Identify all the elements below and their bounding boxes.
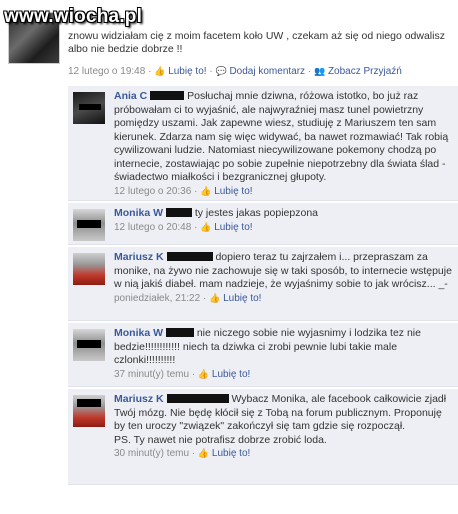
comment-author[interactable]: Mariusz K bbox=[114, 393, 164, 405]
comment-timestamp[interactable]: 12 lutego o 20:36 bbox=[114, 186, 191, 197]
comment-text: ty jestes jakas popiepzona bbox=[194, 207, 319, 219]
comment-author[interactable]: Ania C bbox=[114, 90, 147, 102]
see-friendship-link[interactable]: Zobacz Przyjaźń bbox=[328, 66, 402, 77]
comment-author[interactable]: Monika W bbox=[114, 327, 163, 339]
comment-timestamp[interactable]: 37 minut(y) temu bbox=[114, 369, 189, 380]
comment-text: Wybacz Monika, ale facebook całkowicie z… bbox=[114, 393, 447, 446]
comment-body: Ania C Posłuchaj mnie dziwna, różowa ist… bbox=[114, 90, 454, 198]
comment-body: Monika W nie niczego sobie nie wyjasnimy… bbox=[114, 327, 454, 381]
thumbs-up-icon: 👍 bbox=[200, 185, 212, 196]
post-text: znowu widziałam cię z moim facetem koło … bbox=[68, 30, 445, 55]
comment-author[interactable]: Mariusz K bbox=[114, 251, 164, 263]
comment-meta: poniedziałek, 21:22 · 👍 Lubię to! bbox=[114, 292, 262, 304]
comment-body: Monika W ty jestes jakas popiepzona 12 l… bbox=[114, 207, 454, 234]
comment-timestamp[interactable]: 12 lutego o 20:48 bbox=[114, 222, 191, 233]
comment-author[interactable]: Monika W bbox=[114, 207, 163, 219]
thumbs-up-icon: 👍 bbox=[197, 368, 210, 379]
like-link[interactable]: Lubię to! bbox=[214, 186, 252, 197]
censor-bar bbox=[150, 91, 185, 100]
post-meta: 12 lutego o 19:48 · 👍 Lubię to! · 💬 Doda… bbox=[68, 66, 402, 77]
censor-bar bbox=[165, 208, 192, 217]
censor-bar bbox=[166, 252, 213, 261]
thumbs-up-icon: 👍 bbox=[209, 292, 221, 303]
avatar[interactable] bbox=[73, 92, 105, 124]
post-timestamp[interactable]: 12 lutego o 19:48 bbox=[68, 66, 145, 77]
avatar[interactable] bbox=[73, 395, 105, 427]
comment-meta: 37 minut(y) temu · 👍 Lubię to! bbox=[114, 368, 251, 380]
like-link[interactable]: Lubię to! bbox=[223, 293, 261, 304]
like-link[interactable]: Lubię to! bbox=[212, 369, 250, 380]
comment-text: dopiero teraz tu zajrzałem i... przepras… bbox=[114, 251, 452, 290]
comment-body: Mariusz K Wybacz Monika, ale facebook ca… bbox=[114, 393, 454, 461]
thumbs-up-icon: 👍 bbox=[154, 66, 166, 76]
comment-meta: 12 lutego o 20:48 · 👍 Lubię to! bbox=[114, 221, 253, 233]
like-link[interactable]: Lubię to! bbox=[212, 448, 250, 459]
like-link[interactable]: Lubię to! bbox=[214, 222, 252, 233]
censor-bar bbox=[165, 328, 194, 337]
comment-meta: 30 minut(y) temu · 👍 Lubię to! bbox=[114, 448, 251, 459]
comment-icon: 💬 bbox=[215, 66, 227, 76]
watermark-logo: www.wiocha.pl bbox=[4, 6, 143, 27]
comment: Mariusz K dopiero teraz tu zajrzałem i..… bbox=[68, 247, 458, 321]
avatar[interactable] bbox=[73, 253, 105, 285]
comment-timestamp[interactable]: 30 minut(y) temu bbox=[114, 448, 189, 459]
add-comment-link[interactable]: Dodaj komentarz bbox=[229, 66, 305, 77]
thumbs-up-icon: 👍 bbox=[200, 221, 212, 232]
avatar[interactable] bbox=[73, 329, 105, 361]
comment: Monika W nie niczego sobie nie wyjasnimy… bbox=[68, 323, 458, 387]
comment: Monika W ty jestes jakas popiepzona 12 l… bbox=[68, 203, 458, 245]
avatar[interactable] bbox=[73, 209, 105, 241]
like-link[interactable]: Lubię to! bbox=[168, 66, 206, 77]
friendship-icon: 👥 bbox=[313, 66, 326, 76]
comment: Mariusz K Wybacz Monika, ale facebook ca… bbox=[68, 389, 458, 485]
comment-meta: 12 lutego o 20:36 · 👍 Lubię to! bbox=[114, 185, 253, 197]
censor-bar bbox=[166, 394, 229, 403]
comment: Ania C Posłuchaj mnie dziwna, różowa ist… bbox=[68, 86, 458, 201]
comment-timestamp[interactable]: poniedziałek, 21:22 bbox=[114, 293, 200, 304]
comment-body: Mariusz K dopiero teraz tu zajrzałem i..… bbox=[114, 251, 454, 305]
thumbs-up-icon: 👍 bbox=[197, 448, 210, 458]
comment-text: Posłuchaj mnie dziwna, różowa istotko, b… bbox=[114, 90, 449, 183]
